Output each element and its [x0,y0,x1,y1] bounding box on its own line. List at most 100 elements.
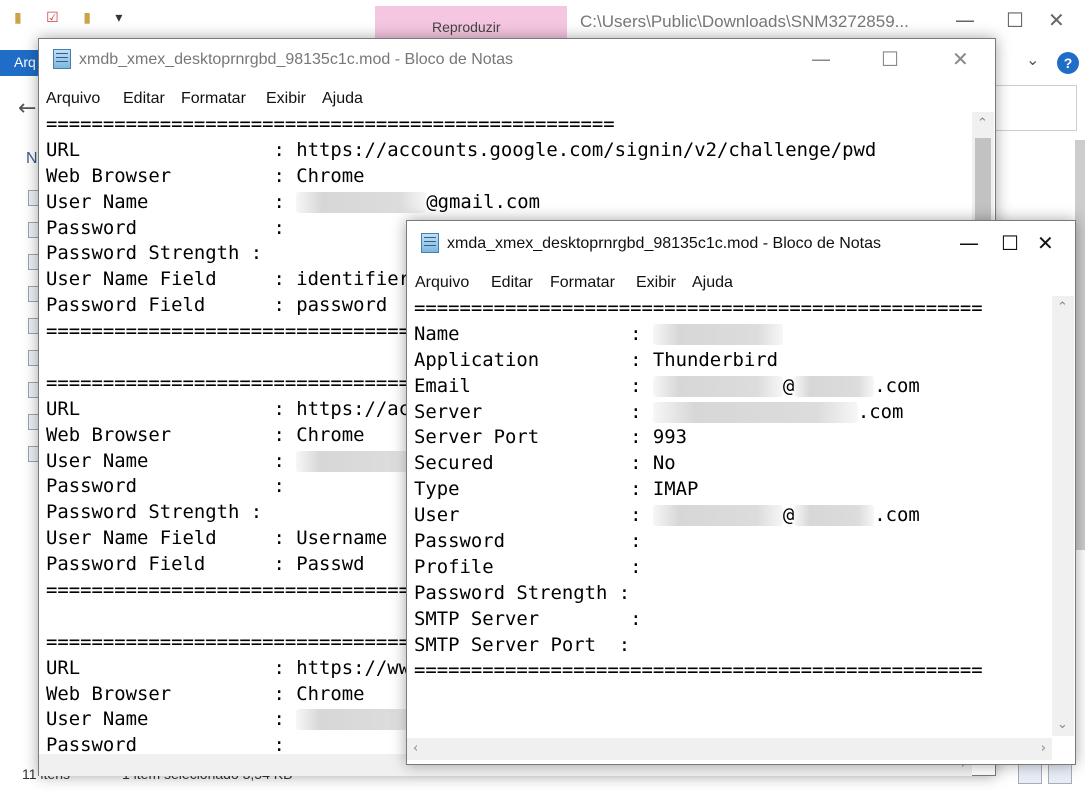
field-value: https://www [296,656,422,679]
menu-bar: Arquivo Editar Formatar Exibir Ajuda [39,85,995,111]
window-title: xmdb_xmex_desktoprnrgbd_98135c1c.mod - B… [79,51,514,68]
field-label: User Name : [46,449,297,472]
menu-item-help[interactable]: Ajuda [692,274,733,292]
text-line: User Name : @gmail.com [46,190,969,216]
menu-item-view[interactable]: Exibir [266,90,306,108]
menu-item-edit[interactable]: Editar [123,90,165,108]
vertical-scrollbar[interactable]: ⌃ ⌄ [1052,296,1074,736]
menu-item-view[interactable]: Exibir [636,274,676,292]
field-label: Password : [46,216,297,239]
field-value: Username [296,527,388,550]
notepad-title-bar[interactable]: xmdb_xmex_desktoprnrgbd_98135c1c.mod - B… [39,39,995,79]
nav-pane-item[interactable]: N [26,150,38,168]
field-label: URL : [46,397,297,420]
field-label: SMTP Server : [414,607,653,630]
text-line: Type : IMAP [414,477,1049,503]
details-view-icon[interactable] [1018,762,1042,784]
horizontal-scrollbar[interactable]: ‹ › [407,738,1052,760]
field-label: Password Field : [46,553,297,576]
text-line: Password : [414,529,1049,555]
folder-icon[interactable]: ▮ [14,10,22,26]
field-label: User Name Field : [46,268,297,291]
text-line: Email : @ .com [414,374,1049,400]
text-line: Password Strength : [414,581,1049,607]
notepad-title-bar[interactable]: xmda_xmex_desktoprnrgbd_98135c1c.mod - B… [407,221,1075,261]
text-line: URL : https://accounts.google.com/signin… [46,138,969,164]
minimize-button[interactable]: — [959,231,979,255]
redacted-value [652,375,783,397]
menu-item-format[interactable]: Formatar [181,90,246,108]
field-label: Password Strength : [46,501,274,524]
field-value: Thunderbird [652,348,778,371]
text-line: Profile : [414,555,1049,581]
scroll-up-icon[interactable]: ⌃ [977,116,988,131]
redacted-value [794,505,875,527]
field-label: User Name Field : [46,527,297,550]
menu-item-file[interactable]: Arquivo [46,90,100,108]
maximize-button[interactable]: ☐ [1001,231,1019,255]
field-value: Chrome [296,423,365,446]
scroll-right-icon[interactable]: › [1041,741,1046,756]
scroll-up-icon[interactable]: ⌃ [1057,300,1068,315]
text-line: ========================================… [46,112,969,138]
separator-line: ========================================… [414,659,983,682]
field-label: Web Browser : [46,423,297,446]
close-button[interactable]: ✕ [952,47,969,71]
field-value: @ [782,374,795,397]
tab-play-label[interactable]: Reproduzir [432,19,500,35]
field-label: Password Strength : [46,242,274,265]
tab-file[interactable]: Arq [0,50,40,76]
field-value: IMAP [652,478,699,501]
field-value: @gmail.com [426,190,540,213]
menu-bar: Arquivo Editar Formatar Exibir Ajuda [407,269,1075,295]
explorer-scrollbar[interactable] [1075,140,1085,550]
ribbon-expand-icon[interactable]: ⌄ [1026,50,1039,69]
field-label: Name : [414,322,653,345]
maximize-button[interactable]: ☐ [1006,8,1024,32]
window-title: xmda_xmex_desktoprnrgbd_98135c1c.mod - B… [447,235,882,252]
properties-icon[interactable]: ☑ [46,10,59,26]
field-value: No [652,452,676,475]
field-label: Web Browser : [46,682,297,705]
field-label: User : [414,504,653,527]
menu-item-help[interactable]: Ajuda [322,90,363,108]
text-line: Web Browser : Chrome [46,164,969,190]
text-line: SMTP Server Port : [414,633,1049,659]
close-button[interactable]: ✕ [1037,231,1054,255]
field-label: SMTP Server Port : [414,633,642,656]
redacted-value [794,375,875,397]
minimize-button[interactable]: — [955,8,975,32]
text-editor-area[interactable]: ========================================… [414,296,1049,736]
field-label: Type : [414,478,653,501]
minimize-button[interactable]: — [811,47,831,71]
text-line: ========================================… [414,658,1049,684]
back-arrow-icon[interactable]: ← [18,96,36,121]
search-input[interactable] [995,85,1077,131]
menu-item-format[interactable]: Formatar [550,274,615,292]
redacted-value [652,323,783,345]
help-icon[interactable]: ? [1057,52,1079,74]
close-button[interactable]: ✕ [1048,8,1065,32]
field-label: User Name : [46,190,297,213]
scroll-left-icon[interactable]: ‹ [413,741,418,756]
notepad-window-front[interactable]: xmda_xmex_desktoprnrgbd_98135c1c.mod - B… [406,220,1076,765]
large-icons-view-icon[interactable] [1048,762,1072,784]
field-label: URL : [46,656,297,679]
text-line: ========================================… [414,296,1049,322]
menu-item-edit[interactable]: Editar [491,274,533,292]
redacted-value [296,709,417,731]
redacted-value [652,505,783,527]
field-label: Password : [46,475,297,498]
field-label: Server : [414,400,653,423]
menu-item-file[interactable]: Arquivo [415,274,469,292]
text-line: Server Port : 993 [414,425,1049,451]
customize-toolbar-icon[interactable]: ▾ [115,10,122,26]
scroll-down-icon[interactable]: ⌄ [1057,717,1068,732]
field-label: Password Strength : [414,581,642,604]
text-line: Server : .com [414,400,1049,426]
redacted-value [296,450,417,472]
maximize-button[interactable]: ☐ [881,47,899,71]
field-value: .com [874,504,920,527]
new-folder-icon[interactable]: ▮ [83,10,91,26]
text-line: User : @ .com [414,503,1049,529]
